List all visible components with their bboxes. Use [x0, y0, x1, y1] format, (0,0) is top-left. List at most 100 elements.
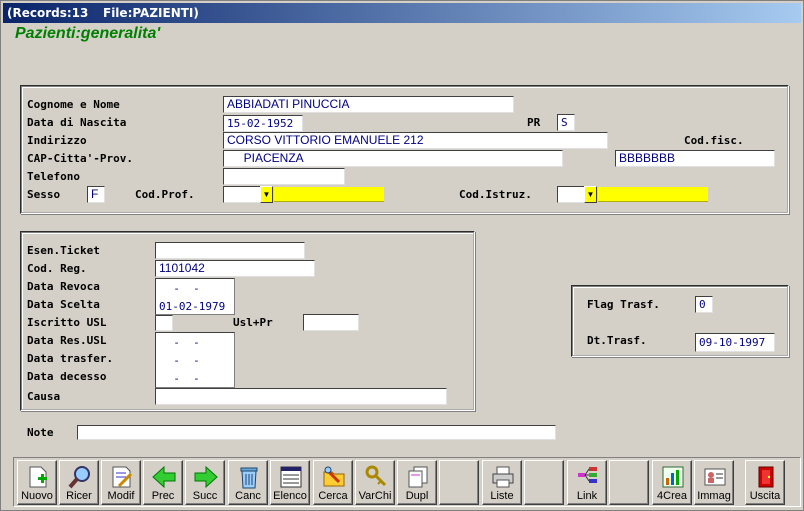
exit-door-icon — [758, 466, 774, 488]
modif-button[interactable]: Modif — [101, 460, 141, 505]
pr-field[interactable]: S — [557, 114, 575, 131]
immag-button[interactable]: Immag — [694, 460, 734, 505]
decesso-value: - - — [160, 372, 200, 385]
esen-label: Esen.Ticket — [27, 244, 100, 257]
id-card-icon — [704, 468, 726, 486]
indirizzo-field[interactable]: CORSO VITTORIO EMANUELE 212 — [223, 132, 608, 149]
succ-label: Succ — [192, 490, 218, 502]
trasfer-value: - - — [160, 354, 200, 367]
empty-button-3[interactable] — [609, 460, 649, 505]
uscita-label: Uscita — [749, 490, 781, 502]
codfisc-label: Cod.fisc. — [684, 134, 744, 147]
new-document-icon — [29, 466, 47, 488]
resusl-label: Data Res.USL — [27, 334, 107, 347]
4crea-label: 4Crea — [657, 490, 687, 502]
liste-button[interactable]: Liste — [482, 460, 522, 505]
chart-icon — [662, 466, 684, 488]
flag-trasf-field[interactable]: 0 — [695, 296, 713, 313]
prec-button[interactable]: Prec — [143, 460, 183, 505]
codprof-field[interactable] — [223, 186, 261, 203]
pr-label: PR — [527, 116, 541, 129]
chevron-down-icon: ▼ — [586, 190, 595, 199]
4crea-button[interactable]: 4Crea — [652, 460, 692, 505]
canc-label: Canc — [235, 490, 261, 502]
causa-label: Causa — [27, 390, 61, 403]
note-label: Note — [27, 426, 54, 439]
uslpr-field[interactable] — [303, 314, 359, 331]
varchi-button[interactable]: VarChi — [355, 460, 395, 505]
ricer-button[interactable]: Ricer — [59, 460, 99, 505]
cerca-button[interactable]: Cerca — [313, 460, 353, 505]
empty-button-2[interactable] — [524, 460, 564, 505]
codreg-field[interactable]: 1101042 — [155, 260, 315, 277]
ricer-label: Ricer — [66, 490, 92, 502]
trasfer-label: Data trasfer. — [27, 352, 114, 365]
link-label: Link — [576, 490, 598, 502]
revoca-scelta-box[interactable]: - - 01-02-1979 — [155, 278, 235, 315]
dttrasf-label: Dt.Trasf. — [587, 334, 647, 347]
sesso-label: Sesso — [27, 188, 61, 201]
file-name: File:PAZIENTI) — [103, 6, 199, 20]
nuovo-button[interactable]: Nuovo — [17, 460, 57, 505]
codprof-label: Cod.Prof. — [135, 188, 195, 201]
cap-citta-field[interactable]: PIACENZA — [223, 150, 563, 167]
sesso-field[interactable]: F — [87, 186, 105, 203]
edit-document-icon — [112, 466, 133, 488]
nuovo-label: Nuovo — [21, 490, 53, 502]
magnifier-icon — [68, 466, 90, 489]
list-icon — [280, 466, 302, 488]
elenco-label: Elenco — [273, 490, 307, 502]
codistruz-dropdown-button[interactable]: ▼ — [584, 186, 597, 203]
esen-ticket-field[interactable] — [155, 242, 305, 259]
codprof-description — [274, 187, 384, 202]
scelta-value: 01-02-1979 — [159, 300, 226, 313]
codistruz-description — [598, 187, 708, 202]
cognome-field[interactable]: ABBIADATI PINUCCIA — [223, 96, 514, 113]
cap-label: CAP-Citta'-Prov. — [27, 152, 133, 165]
trash-icon — [240, 467, 258, 489]
varchi-label: VarChi — [358, 490, 392, 502]
canc-button[interactable]: Canc — [228, 460, 268, 505]
keys-icon — [365, 465, 387, 487]
iscritto-field[interactable] — [155, 315, 173, 331]
iscritto-label: Iscritto USL — [27, 316, 107, 329]
codfisc-field[interactable]: BBBBBBB — [615, 150, 775, 167]
dupl-button[interactable]: Dupl — [397, 460, 437, 505]
codreg-label: Cod. Reg. — [27, 262, 87, 275]
codprof-dropdown-button[interactable]: ▼ — [260, 186, 273, 203]
indirizzo-label: Indirizzo — [27, 134, 87, 147]
link-button[interactable]: Link — [567, 460, 607, 505]
search-folder-icon — [323, 466, 345, 487]
revoca-label: Data Revoca — [27, 280, 100, 293]
telefono-field[interactable] — [223, 168, 345, 185]
resusl-value: - - — [160, 336, 200, 349]
records-count: (Records:13 — [7, 6, 89, 20]
dates-box[interactable]: - - - - - - — [155, 332, 235, 388]
causa-field[interactable] — [155, 388, 447, 405]
immag-label: Immag — [697, 490, 731, 502]
uslpr-label: Usl+Pr — [233, 316, 273, 329]
uscita-button[interactable]: Uscita — [745, 460, 785, 505]
prec-label: Prec — [151, 490, 175, 502]
printer-icon — [492, 466, 514, 488]
title-bar: (Records:13 File:PAZIENTI) — [3, 3, 801, 23]
telefono-label: Telefono — [27, 170, 80, 183]
nascita-field[interactable]: 15-02-1952 — [223, 115, 303, 132]
chevron-down-icon: ▼ — [262, 190, 271, 199]
succ-button[interactable]: Succ — [185, 460, 225, 505]
elenco-button[interactable]: Elenco — [270, 460, 310, 505]
note-field[interactable] — [77, 425, 556, 440]
codistruz-field[interactable] — [557, 186, 585, 203]
form-title: Pazienti:generalita' — [15, 25, 161, 42]
flag-label: Flag Trasf. — [587, 298, 660, 311]
empty-button-1[interactable] — [439, 460, 479, 505]
decesso-label: Data decesso — [27, 370, 107, 383]
cerca-label: Cerca — [318, 490, 348, 502]
cognome-label: Cognome e Nome — [27, 98, 120, 111]
revoca-value: - - — [160, 282, 200, 295]
duplicate-icon — [408, 466, 428, 488]
dttrasf-field[interactable]: 09-10-1997 — [695, 333, 775, 352]
app-window: (Records:13 File:PAZIENTI) Pazienti:gene… — [0, 0, 804, 511]
nascita-label: Data di Nascita — [27, 116, 127, 129]
codistruz-label: Cod.Istruz. — [459, 188, 532, 201]
